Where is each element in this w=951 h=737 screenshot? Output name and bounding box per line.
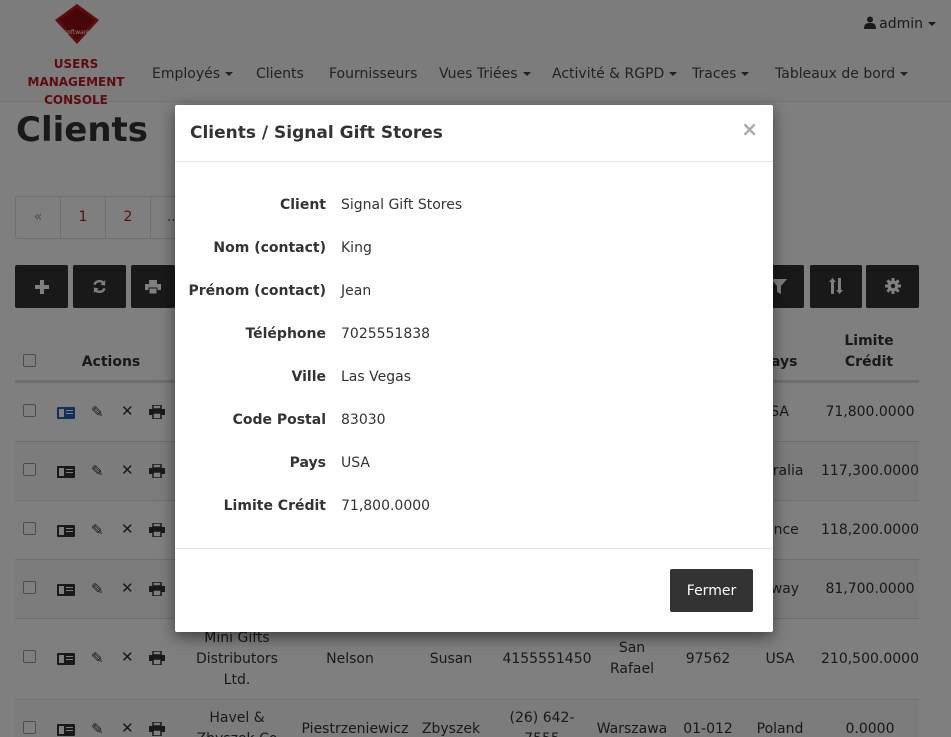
- modal-title: Clients / Signal Gift Stores: [190, 123, 443, 143]
- close-button[interactable]: Fermer: [670, 569, 753, 612]
- client-detail-modal: Clients / Signal Gift Stores × Client Si…: [175, 105, 773, 632]
- field-pays: Pays USA: [289, 455, 370, 471]
- field-client: Client Signal Gift Stores: [279, 197, 463, 213]
- field-nom-contact: Nom (contact) King: [213, 240, 372, 256]
- field-ville: Ville Las Vegas: [291, 369, 411, 385]
- field-telephone: Téléphone 7025551838: [245, 326, 431, 342]
- close-icon[interactable]: ×: [741, 117, 758, 141]
- modal-header: Clients / Signal Gift Stores ×: [175, 105, 773, 162]
- field-code-postal: Code Postal 83030: [232, 412, 386, 428]
- field-limite-credit: Limite Crédit 71,800.0000: [223, 498, 431, 514]
- field-prenom-contact: Prénom (contact) Jean: [188, 283, 372, 299]
- modal-footer: Fermer: [175, 548, 773, 632]
